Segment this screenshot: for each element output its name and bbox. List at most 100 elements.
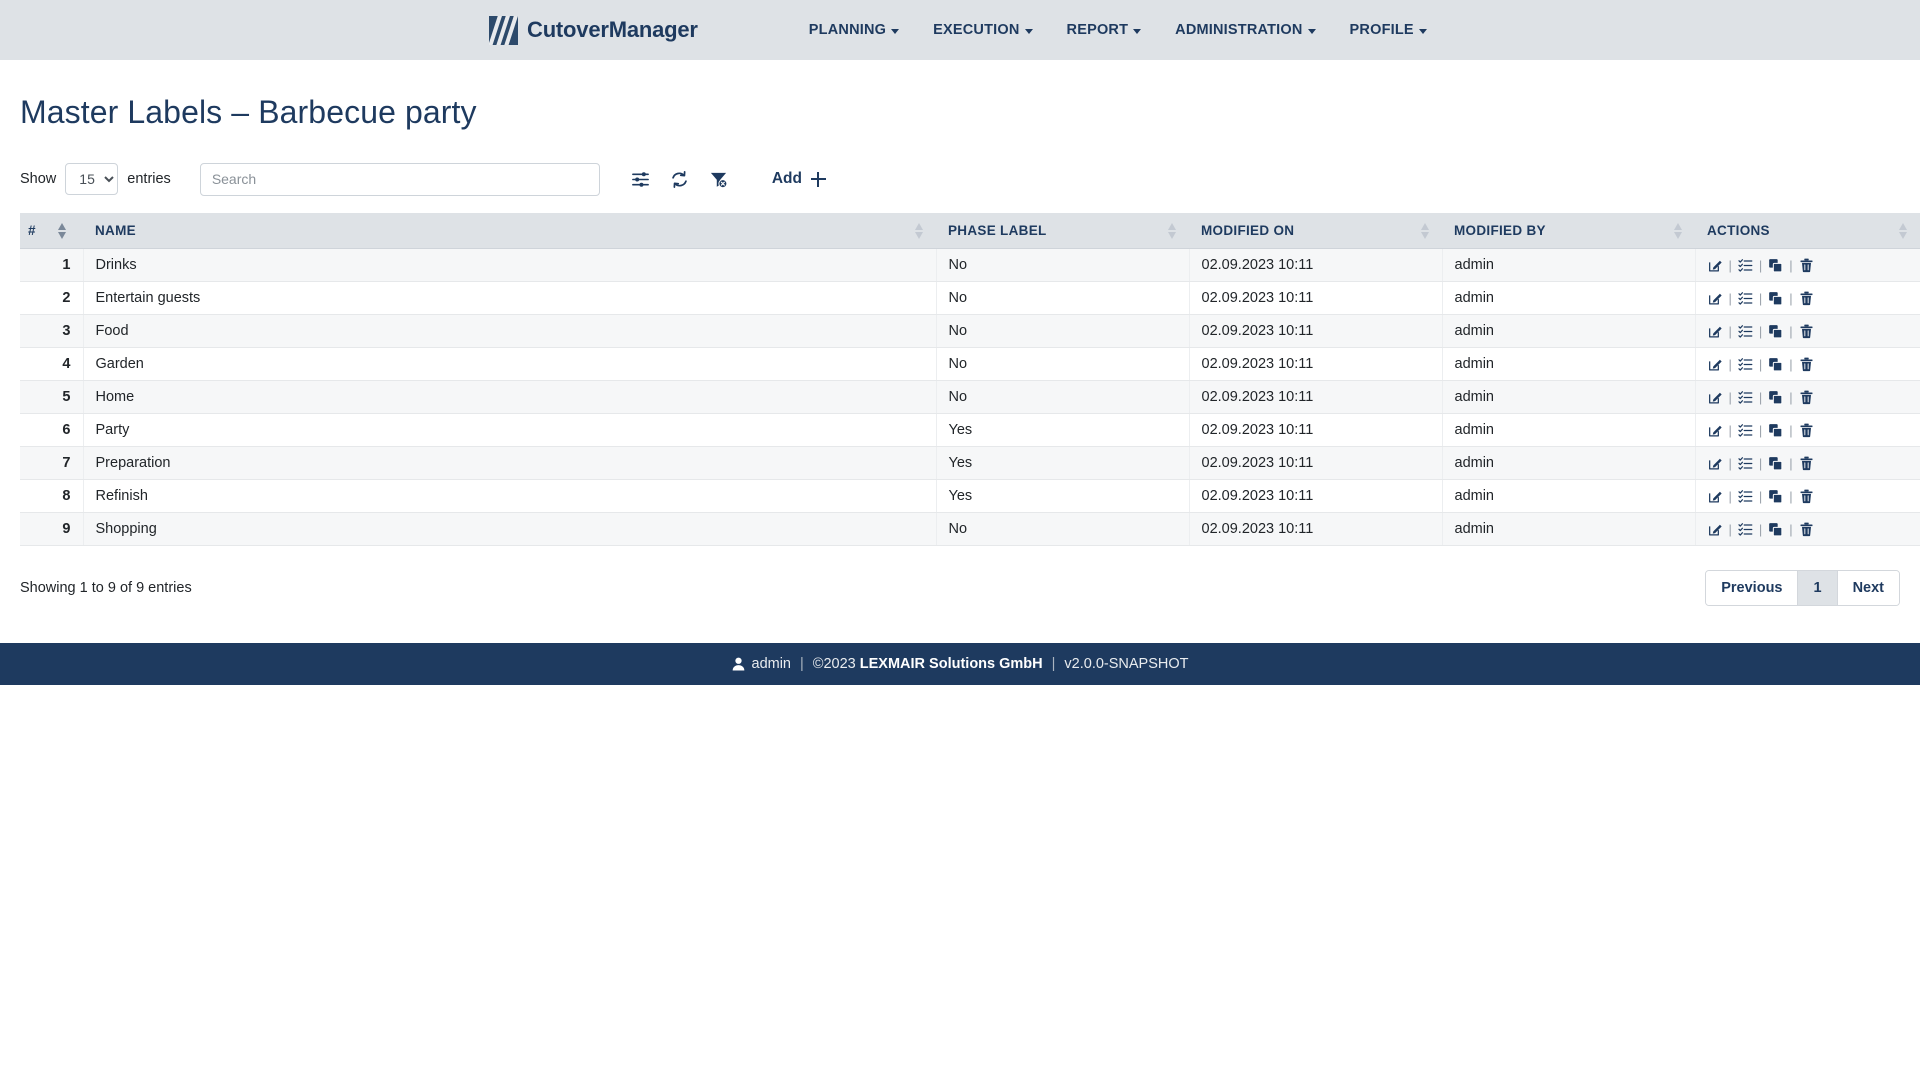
pagination-next[interactable]: Next [1837, 570, 1899, 606]
column-header-modified-on[interactable]: MODIFIED ON [1189, 213, 1442, 249]
edit-icon[interactable] [1708, 357, 1723, 372]
column-settings-icon[interactable] [630, 168, 652, 190]
edit-icon[interactable] [1708, 456, 1723, 471]
copy-icon[interactable] [1768, 423, 1783, 438]
delete-icon[interactable] [1799, 489, 1814, 504]
page-title: Master Labels – Barbecue party [20, 94, 1900, 131]
table-row[interactable]: 2 Entertain guests No 02.09.2023 10:11 admin… [20, 281, 1920, 315]
top-navbar: CutoverManager PLANNING EXECUTION REPORT… [0, 0, 1920, 60]
delete-icon[interactable] [1799, 390, 1814, 405]
delete-icon[interactable] [1799, 324, 1814, 339]
delete-icon[interactable] [1799, 357, 1814, 372]
row-action-group: | | | [1708, 258, 1909, 273]
nav-item-administration[interactable]: ADMINISTRATION [1158, 16, 1332, 44]
action-separator: | [1728, 488, 1732, 504]
table-row[interactable]: 3 Food No 02.09.2023 10:11 admin | | | [20, 314, 1920, 348]
checklist-icon[interactable] [1738, 324, 1753, 339]
nav-item-planning[interactable]: PLANNING [792, 16, 916, 44]
cell-name: Home [83, 380, 937, 414]
refresh-icon[interactable] [669, 168, 691, 190]
checklist-icon[interactable] [1738, 489, 1753, 504]
pagination-previous[interactable]: Previous [1706, 570, 1799, 606]
table-row[interactable]: 5 Home No 02.09.2023 10:11 admin | | | [20, 380, 1920, 414]
table-row[interactable]: 4 Garden No 02.09.2023 10:11 admin | | | [20, 347, 1920, 381]
add-button[interactable]: Add [772, 170, 826, 188]
copy-icon[interactable] [1768, 291, 1783, 306]
table-row[interactable]: 6 Party Yes 02.09.2023 10:11 admin | | | [20, 413, 1920, 447]
edit-icon[interactable] [1708, 423, 1723, 438]
action-separator: | [1728, 290, 1732, 306]
copy-icon[interactable] [1768, 456, 1783, 471]
nav-item-report[interactable]: REPORT [1050, 16, 1159, 44]
cell-modified-by: admin [1442, 347, 1696, 381]
edit-icon[interactable] [1708, 522, 1723, 537]
cell-modified-on: 02.09.2023 10:11 [1189, 479, 1443, 513]
table-row[interactable]: 7 Preparation Yes 02.09.2023 10:11 admin | | | [20, 446, 1920, 480]
cell-modified-on: 02.09.2023 10:11 [1189, 380, 1443, 414]
delete-icon[interactable] [1799, 522, 1814, 537]
column-header-actions[interactable]: ACTIONS [1695, 213, 1920, 249]
pagination-page-1[interactable]: 1 [1798, 570, 1838, 606]
footer-bar: admin | ©2023 LEXMAIR Solutions GmbH | v… [0, 643, 1920, 685]
column-header-name[interactable]: NAME [83, 213, 936, 249]
column-header-phase-label[interactable]: PHASE LABEL [936, 213, 1189, 249]
cell-modified-by: admin [1442, 413, 1696, 447]
row-action-group: | | | [1708, 324, 1909, 339]
checklist-icon[interactable] [1738, 423, 1753, 438]
checklist-icon[interactable] [1738, 291, 1753, 306]
cell-actions: | | | [1695, 479, 1920, 513]
cell-name: Party [83, 413, 937, 447]
cell-modified-on: 02.09.2023 10:11 [1189, 413, 1443, 447]
row-action-group: | | | [1708, 291, 1909, 306]
cell-actions: | | | [1695, 380, 1920, 414]
cell-modified-on: 02.09.2023 10:11 [1189, 314, 1443, 348]
copy-icon[interactable] [1768, 522, 1783, 537]
page-title-separator: – [231, 94, 250, 130]
copy-icon[interactable] [1768, 357, 1783, 372]
copy-icon[interactable] [1768, 258, 1783, 273]
row-action-group: | | | [1708, 456, 1909, 471]
copy-icon[interactable] [1768, 324, 1783, 339]
checklist-icon[interactable] [1738, 522, 1753, 537]
row-action-group: | | | [1708, 390, 1909, 405]
copy-icon[interactable] [1768, 489, 1783, 504]
brand-logo-link[interactable]: CutoverManager [489, 15, 698, 45]
cell-modified-by: admin [1442, 479, 1696, 513]
table-row[interactable]: 9 Shopping No 02.09.2023 10:11 admin | | | [20, 512, 1920, 546]
action-separator: | [1758, 257, 1763, 273]
table-row[interactable]: 1 Drinks No 02.09.2023 10:11 admin | | | [20, 248, 1920, 282]
cell-modified-by: admin [1442, 314, 1696, 348]
footer-version: v2.0.0-SNAPSHOT [1064, 656, 1189, 672]
delete-icon[interactable] [1799, 423, 1814, 438]
delete-icon[interactable] [1799, 291, 1814, 306]
column-header-number[interactable]: # [20, 213, 83, 249]
edit-icon[interactable] [1708, 489, 1723, 504]
edit-icon[interactable] [1708, 324, 1723, 339]
row-action-group: | | | [1708, 522, 1909, 537]
cell-number: 8 [20, 479, 84, 513]
edit-icon[interactable] [1708, 258, 1723, 273]
nav-item-profile[interactable]: PROFILE [1333, 16, 1444, 44]
copy-icon[interactable] [1768, 390, 1783, 405]
checklist-icon[interactable] [1738, 456, 1753, 471]
cell-name: Entertain guests [83, 281, 937, 315]
delete-icon[interactable] [1799, 456, 1814, 471]
clear-filter-icon[interactable] [708, 168, 730, 190]
chevron-down-icon [891, 28, 900, 34]
edit-icon[interactable] [1708, 390, 1723, 405]
cell-phase-label: No [936, 347, 1190, 381]
edit-icon[interactable] [1708, 291, 1723, 306]
checklist-icon[interactable] [1738, 258, 1753, 273]
checklist-icon[interactable] [1738, 357, 1753, 372]
checklist-icon[interactable] [1738, 390, 1753, 405]
search-input[interactable] [199, 162, 600, 196]
footer-user: admin [751, 656, 792, 672]
chevron-down-icon [1024, 28, 1033, 34]
delete-icon[interactable] [1799, 258, 1814, 273]
nav-item-execution[interactable]: EXECUTION [916, 16, 1049, 44]
column-header-modified-by[interactable]: MODIFIED BY [1442, 213, 1695, 249]
table-row[interactable]: 8 Refinish Yes 02.09.2023 10:11 admin | | | [20, 479, 1920, 513]
chevron-down-icon [1133, 28, 1142, 34]
row-action-group: | | | [1708, 489, 1909, 504]
page-length-select[interactable]: 15 [65, 163, 119, 195]
